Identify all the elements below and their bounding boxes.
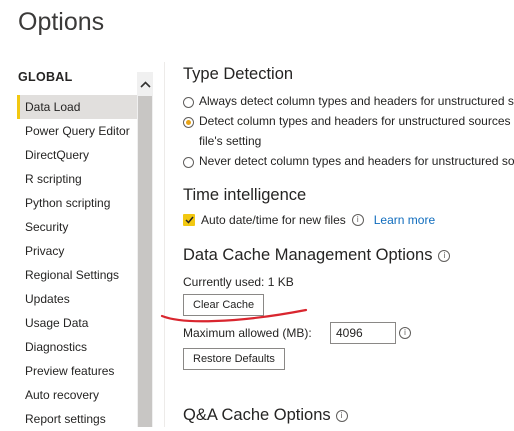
- auto-datetime-label: Auto date/time for new files: [201, 213, 346, 227]
- radio-button[interactable]: [183, 97, 194, 108]
- sidebar-item-diagnostics[interactable]: Diagnostics: [17, 335, 137, 359]
- sidebar-item-security[interactable]: Security: [17, 215, 137, 239]
- max-allowed-label: Maximum allowed (MB):: [183, 326, 312, 340]
- info-icon[interactable]: i: [335, 409, 348, 422]
- chevron-up-icon: [139, 80, 151, 88]
- qa-cache-title: Q&A Cache Options: [183, 406, 331, 424]
- radio-label: Always detect column types and headers f…: [199, 95, 514, 108]
- data-cache-title: Data Cache Management Options: [183, 246, 433, 264]
- sidebar-item-privacy[interactable]: Privacy: [17, 239, 137, 263]
- sidebar-item-auto-recovery[interactable]: Auto recovery: [17, 383, 137, 407]
- radio-label: Detect column types and headers for unst…: [199, 115, 514, 151]
- checkmark-icon: [184, 216, 194, 224]
- sidebar-heading-global: GLOBAL: [18, 70, 73, 84]
- scroll-up-button[interactable]: [137, 72, 153, 96]
- info-icon[interactable]: i: [399, 327, 411, 339]
- sidebar-item-power-query-editor[interactable]: Power Query Editor: [17, 119, 137, 143]
- sidebar-item-usage-data[interactable]: Usage Data: [17, 311, 137, 335]
- radio-label-line1: Detect column types and headers for unst…: [199, 115, 514, 128]
- sidebar-item-r-scripting[interactable]: R scripting: [17, 167, 137, 191]
- radio-button-selected[interactable]: [183, 117, 194, 128]
- auto-datetime-option[interactable]: Auto date/time for new files i Learn mor…: [183, 213, 435, 227]
- sidebar-item-updates[interactable]: Updates: [17, 287, 137, 311]
- sidebar-item-python-scripting[interactable]: Python scripting: [17, 191, 137, 215]
- cache-currently-used: Currently used: 1 KB: [183, 275, 294, 289]
- sidebar-item-report-settings[interactable]: Report settings: [17, 407, 137, 431]
- qa-cache-title-row: Q&A Cache Options i: [183, 406, 348, 425]
- sidebar-scrollbar[interactable]: [137, 72, 153, 427]
- sidebar-item-directquery[interactable]: DirectQuery: [17, 143, 137, 167]
- scrollbar-thumb[interactable]: [138, 96, 152, 427]
- sidebar-divider: [164, 62, 165, 427]
- time-intelligence-title: Time intelligence: [183, 186, 307, 204]
- radio-label-line2: file's setting: [199, 134, 262, 148]
- info-icon[interactable]: i: [351, 214, 364, 226]
- radio-label: Never detect column types and headers fo…: [199, 155, 514, 168]
- sidebar-item-regional-settings[interactable]: Regional Settings: [17, 263, 137, 287]
- page-title: Options: [18, 8, 105, 36]
- sidebar-item-preview-features[interactable]: Preview features: [17, 359, 137, 383]
- radio-never-detect[interactable]: Never detect column types and headers fo…: [183, 155, 514, 171]
- sidebar: GLOBAL Data Load Power Query Editor Dire…: [17, 62, 137, 427]
- radio-button[interactable]: [183, 157, 194, 168]
- radio-detect-per-file[interactable]: Detect column types and headers for unst…: [183, 115, 514, 151]
- learn-more-link[interactable]: Learn more: [374, 213, 435, 227]
- data-cache-title-row: Data Cache Management Options i: [183, 246, 451, 265]
- sidebar-list: Data Load Power Query Editor DirectQuery…: [17, 95, 137, 431]
- auto-datetime-checkbox[interactable]: [183, 214, 195, 226]
- restore-defaults-button[interactable]: Restore Defaults: [183, 348, 285, 370]
- sidebar-item-data-load[interactable]: Data Load: [17, 95, 137, 119]
- radio-always-detect[interactable]: Always detect column types and headers f…: [183, 95, 514, 111]
- type-detection-title: Type Detection: [183, 65, 294, 83]
- info-icon[interactable]: i: [438, 249, 451, 262]
- max-allowed-input[interactable]: [330, 322, 396, 344]
- clear-cache-button[interactable]: Clear Cache: [183, 294, 265, 316]
